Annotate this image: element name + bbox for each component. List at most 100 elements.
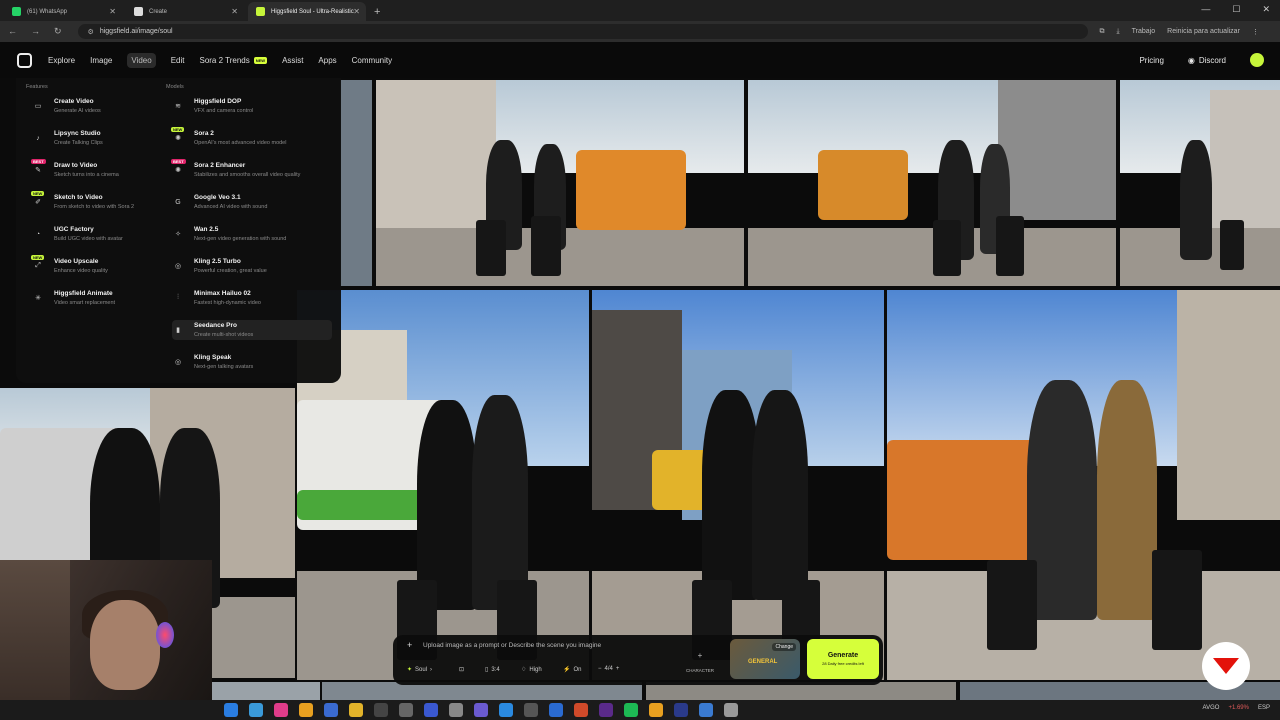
nav-apps[interactable]: Apps (318, 56, 336, 65)
stock-ticker[interactable]: AVGO (1203, 705, 1220, 711)
add-image-icon[interactable]: + (407, 640, 412, 650)
menu-item-sora-2-enhancer[interactable]: BEST ✺ Sora 2 Enhancer Stabilizes and smoo… (171, 159, 332, 178)
tab-whatsapp[interactable]: (61) WhatsApp ✕ (4, 2, 122, 21)
character-button[interactable]: + CHARACTER (681, 641, 719, 677)
model-selector[interactable]: ✦ Soul › (407, 666, 432, 674)
nav-image[interactable]: Image (90, 56, 112, 65)
style-selector[interactable]: Change GENERAL (730, 639, 800, 679)
start-icon[interactable] (224, 703, 238, 717)
close-window-icon[interactable]: ✕ (1262, 4, 1270, 15)
tab-create[interactable]: Create ✕ (126, 2, 244, 21)
url-field[interactable]: ⚙ higgsfield.ai/image/soul (77, 24, 1088, 39)
ratio-label: 3:4 (491, 666, 500, 673)
quality-label: High (529, 666, 542, 673)
menu-item-title: Wan 2.5 (194, 226, 219, 233)
menu-item-wan[interactable]: ✧ Wan 2.5 Next-gen video generation with … (172, 226, 332, 242)
app-icon[interactable] (324, 703, 338, 717)
nav-explore[interactable]: Explore (48, 56, 75, 65)
change-button[interactable]: Change (772, 643, 796, 651)
word-icon[interactable] (549, 703, 563, 717)
app-icon[interactable] (274, 703, 288, 717)
site-info-icon[interactable]: ⚙ (88, 28, 94, 36)
menu-item-ugc-factory[interactable]: ◔ UGC Factory Build UGC video with avatar (32, 226, 192, 242)
gallery-image[interactable] (1120, 80, 1280, 286)
diamond-icon: ♢ (521, 667, 527, 673)
minimize-icon[interactable]: — (1201, 4, 1210, 15)
plus-icon[interactable]: + (616, 666, 620, 672)
menu-item-sketch-to-video[interactable]: NEW ✐ Sketch to Video From sketch to video… (31, 191, 192, 210)
nav-video[interactable]: Video (127, 52, 156, 68)
enhance-toggle[interactable]: ⚡ On (563, 666, 582, 674)
quality-button[interactable]: ♢ High (521, 666, 542, 674)
menu-item-minimax[interactable]: ⫶ Minimax Hailuo 02 Fastest high-dynamic … (172, 290, 332, 306)
nav-assist[interactable]: Assist (282, 56, 303, 65)
spotify-icon[interactable] (624, 703, 638, 717)
edge-icon[interactable] (249, 703, 263, 717)
menu-item-kling-turbo[interactable]: ◎ Kling 2.5 Turbo Powerful creation, grea… (172, 258, 332, 274)
folder-icon[interactable] (349, 703, 363, 717)
menu-item-title: Higgsfield Animate (54, 290, 113, 297)
tab-higgsfield[interactable]: Higgsfield Soul - Ultra-Realistic ✕ (248, 2, 366, 21)
gallery-image[interactable] (748, 80, 1116, 286)
channel-logo (1202, 642, 1250, 690)
higgsfield-logo[interactable] (17, 52, 32, 68)
close-icon[interactable]: ✕ (109, 7, 116, 16)
address-bar-row: ← → ↻ ⚙ higgsfield.ai/image/soul ⧉ ⤓ Tra… (0, 21, 1280, 42)
premiere-icon[interactable] (599, 703, 613, 717)
language-indicator[interactable]: ESP (1258, 705, 1270, 711)
photoshop-icon[interactable] (674, 703, 688, 717)
chrome-icon[interactable] (649, 703, 663, 717)
app-icon[interactable] (449, 703, 463, 717)
app-icon[interactable] (699, 703, 713, 717)
generate-button[interactable]: Generate 28 Daily free credits left (807, 639, 879, 679)
menu-item-seedance-pro[interactable]: ▮ Seedance Pro Create multi-shot videos (172, 320, 332, 340)
download-icon[interactable]: ⤓ (1117, 28, 1120, 36)
menu-item-lipsync-studio[interactable]: ♪ Lipsync Studio Create Talking Clips (32, 130, 192, 146)
menu-item-google-veo[interactable]: G Google Veo 3.1 Advanced AI video with s… (172, 194, 332, 210)
menu-item-kling-speak[interactable]: ◎ Kling Speak Next-gen talking avatars (172, 354, 332, 370)
kling-icon: ◎ (174, 263, 182, 270)
forward-icon[interactable]: → (31, 26, 40, 37)
menu-item-create-video[interactable]: ▭ Create Video Generate AI videos (32, 98, 192, 114)
app-icon[interactable] (724, 703, 738, 717)
menu-icon[interactable]: ⋮ (1252, 28, 1259, 36)
menu-item-higgsfield-animate[interactable]: ✳ Higgsfield Animate Video smart replacem… (32, 290, 192, 306)
extensions-icon[interactable]: ⧉ (1100, 28, 1105, 36)
menu-item-title: Minimax Hailuo 02 (194, 290, 251, 297)
pricing-link[interactable]: Pricing (1139, 56, 1163, 65)
app-icon[interactable] (474, 703, 488, 717)
profile-chip[interactable]: Trabajo (1132, 28, 1155, 35)
menu-item-sora-2[interactable]: NEW ✺ Sora 2 OpenAI's most advanced video … (171, 127, 332, 146)
menu-item-draw-to-video[interactable]: BEST ✎ Draw to Video Sketch turns into a c… (31, 159, 192, 178)
minus-icon[interactable]: − (598, 666, 602, 672)
app-icon[interactable] (399, 703, 413, 717)
reload-icon[interactable]: ↻ (54, 26, 62, 37)
gallery-image[interactable] (887, 290, 1280, 680)
gallery-image[interactable] (340, 80, 372, 286)
close-icon[interactable]: ✕ (353, 7, 360, 16)
chrome-icon[interactable] (574, 703, 588, 717)
discord-link[interactable]: ◉ Discord (1188, 56, 1226, 65)
new-tab-button[interactable]: + (374, 2, 380, 21)
menu-item-video-upscale[interactable]: NEW ⤢ Video Upscale Enhance video quality (31, 255, 192, 274)
nav-sora-trends[interactable]: Sora 2 Trends NEW (199, 56, 268, 65)
notion-icon[interactable] (374, 703, 388, 717)
menu-item-higgsfield-dop[interactable]: ≋ Higgsfield DOP VFX and camera control (172, 98, 332, 114)
aspect-ratio-button[interactable]: ▯ 3:4 (485, 666, 500, 674)
app-icon[interactable] (424, 703, 438, 717)
app-icon[interactable] (499, 703, 513, 717)
back-icon[interactable]: ← (8, 26, 17, 37)
gallery-image[interactable] (376, 80, 744, 286)
chrome-icon[interactable] (299, 703, 313, 717)
update-chip[interactable]: Reinicia para actualizar (1167, 28, 1240, 35)
maximize-icon[interactable]: ☐ (1232, 4, 1240, 15)
nav-edit[interactable]: Edit (171, 56, 185, 65)
nav-community[interactable]: Community (352, 56, 392, 65)
close-icon[interactable]: ✕ (231, 7, 238, 16)
avatar[interactable] (1250, 53, 1264, 67)
image-ref-button[interactable]: ⊡ (459, 666, 464, 673)
batch-count[interactable]: −4/4 + (598, 666, 619, 672)
gallery-image[interactable] (592, 290, 884, 680)
app-icon[interactable] (524, 703, 538, 717)
prompt-input[interactable]: Upload image as a prompt or Describe the… (423, 642, 601, 649)
